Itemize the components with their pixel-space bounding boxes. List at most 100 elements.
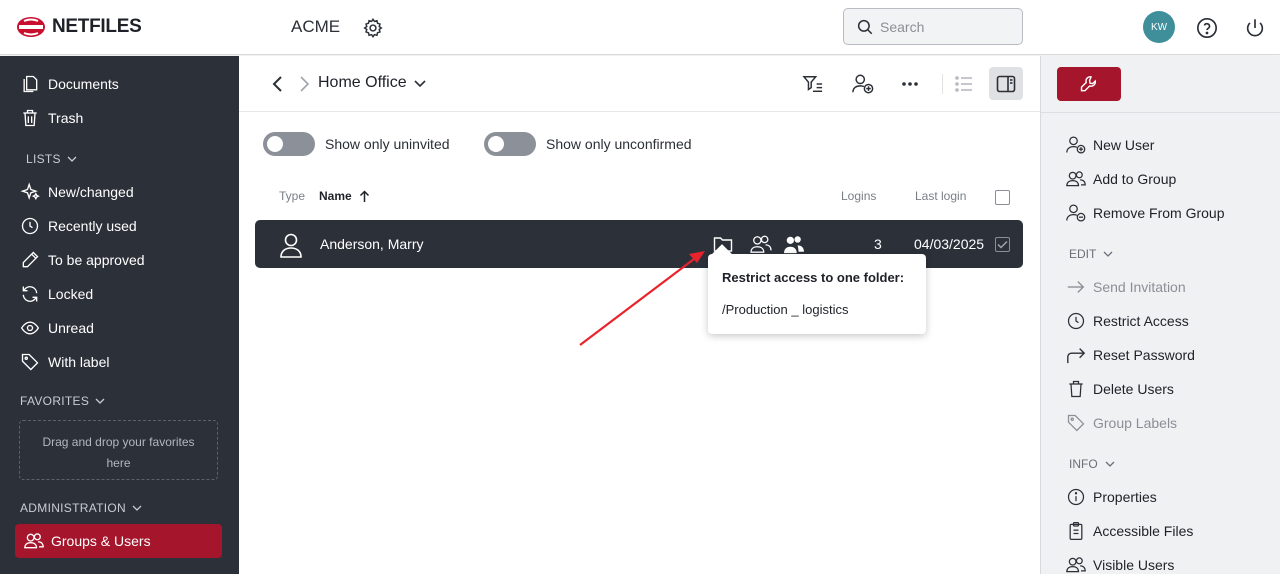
annotation-arrow	[579, 251, 705, 346]
sidebar-item-with-label[interactable]: With label	[20, 350, 109, 374]
main-toolbar: Home Office	[239, 56, 1040, 112]
column-header-logins[interactable]: Logins	[841, 189, 876, 203]
more-options-button[interactable]	[901, 74, 919, 97]
toggle-switch[interactable]	[263, 132, 315, 156]
user-name: Anderson, Marry	[320, 236, 424, 252]
netfiles-logo[interactable]: NETFILES	[16, 16, 142, 38]
breadcrumb[interactable]: Home Office	[318, 74, 427, 92]
gear-icon	[363, 18, 383, 38]
section-label: INFO	[1069, 457, 1098, 471]
redo-icon	[1067, 348, 1086, 364]
action-group-labels[interactable]: Group Labels	[1065, 411, 1177, 435]
documents-icon	[23, 75, 38, 93]
toggle-unconfirmed[interactable]: Show only unconfirmed	[484, 132, 692, 156]
panel-view-button[interactable]	[989, 67, 1023, 100]
back-button[interactable]	[270, 75, 286, 96]
sidebar-item-label: Trash	[48, 110, 84, 126]
breadcrumb-current: Home Office	[318, 74, 407, 91]
action-delete-users[interactable]: Delete Users	[1065, 377, 1174, 401]
user-avatar[interactable]: KW	[1143, 11, 1175, 43]
action-new-user[interactable]: New User	[1065, 133, 1154, 157]
sidebar-item-new-changed[interactable]: New/changed	[20, 180, 134, 204]
toggle-label: Show only unconfirmed	[546, 136, 692, 152]
action-label: Accessible Files	[1093, 523, 1194, 539]
section-label: ADMINISTRATION	[20, 501, 126, 515]
sidebar-item-recently-used[interactable]: Recently used	[20, 214, 137, 238]
action-label: Visible Users	[1093, 557, 1175, 573]
toggle-switch[interactable]	[484, 132, 536, 156]
favorites-drop-zone[interactable]: Drag and drop your favorites here	[19, 420, 218, 480]
help-button[interactable]	[1196, 17, 1218, 42]
toggle-uninvited[interactable]: Show only uninvited	[263, 132, 450, 156]
search-input[interactable]	[880, 18, 1010, 35]
sidebar-item-documents[interactable]: Documents	[20, 72, 119, 96]
sidebar-item-trash[interactable]: Trash	[20, 106, 83, 130]
section-label: LISTS	[26, 152, 61, 166]
left-sidebar: Documents Trash LISTS New/changed Recent…	[0, 56, 239, 574]
sidebar-panel-icon	[996, 75, 1016, 92]
column-header-name[interactable]: Name	[319, 189, 370, 203]
filter-button[interactable]	[802, 74, 824, 97]
clock-icon	[1067, 312, 1085, 330]
tooltip-folder-path: /Production _ logistics	[722, 302, 849, 317]
sparkle-icon	[20, 182, 40, 201]
add-user-icon	[852, 74, 874, 94]
refresh-lock-icon	[22, 286, 38, 302]
restriction-tooltip: Restrict access to one folder: /Producti…	[708, 254, 926, 334]
sidebar-item-to-be-approved[interactable]: To be approved	[20, 248, 145, 272]
action-properties[interactable]: Properties	[1065, 485, 1157, 509]
user-icon	[279, 232, 303, 261]
info-icon	[1067, 488, 1085, 506]
settings-button[interactable]	[362, 17, 384, 42]
more-horizontal-icon	[902, 82, 918, 86]
tag-icon	[21, 353, 39, 371]
info-section-toggle[interactable]: INFO	[1069, 457, 1115, 471]
forward-button[interactable]	[297, 75, 311, 96]
column-header-type[interactable]: Type	[279, 189, 305, 203]
tools-button[interactable]	[1057, 67, 1121, 101]
action-label: Send Invitation	[1093, 279, 1186, 295]
toggle-label: Show only uninvited	[325, 136, 450, 152]
logout-button[interactable]	[1244, 17, 1266, 42]
remove-user-icon	[1066, 204, 1086, 222]
sidebar-item-label: New/changed	[48, 184, 134, 200]
action-restrict-access[interactable]: Restrict Access	[1065, 309, 1189, 333]
search-box[interactable]	[843, 8, 1023, 45]
clock-icon	[21, 217, 39, 235]
section-label: EDIT	[1069, 247, 1097, 261]
arrow-up-icon	[359, 189, 369, 202]
action-remove-from-group[interactable]: Remove From Group	[1065, 201, 1224, 225]
wrench-icon	[1080, 76, 1097, 92]
power-icon	[1246, 19, 1264, 37]
action-accessible-files[interactable]: Accessible Files	[1065, 519, 1193, 543]
action-reset-password[interactable]: Reset Password	[1065, 343, 1195, 367]
edit-section-toggle[interactable]: EDIT	[1069, 247, 1113, 261]
action-visible-users[interactable]: Visible Users	[1065, 553, 1174, 574]
add-user-toolbar-button[interactable]	[851, 73, 875, 98]
sidebar-item-label: Locked	[48, 286, 94, 302]
chevron-down-icon	[414, 80, 426, 88]
sidebar-item-unread[interactable]: Unread	[20, 316, 94, 340]
pen-icon	[22, 251, 39, 268]
administration-section-toggle[interactable]: ADMINISTRATION	[20, 501, 142, 515]
section-label: FAVORITES	[20, 394, 90, 408]
select-all-checkbox[interactable]	[995, 190, 1010, 205]
chevron-down-icon	[1103, 251, 1113, 257]
column-header-last-login[interactable]: Last login	[915, 189, 966, 203]
chevron-down-icon	[67, 156, 77, 162]
favorites-section-toggle[interactable]: FAVORITES	[20, 394, 105, 408]
chevron-down-icon	[1105, 461, 1115, 467]
row-checkbox[interactable]	[995, 237, 1010, 252]
list-view-button[interactable]	[954, 74, 974, 97]
eye-icon	[20, 321, 40, 335]
tooltip-title: Restrict access to one folder:	[722, 270, 905, 285]
sidebar-item-label: Unread	[48, 320, 94, 336]
action-send-invitation[interactable]: Send Invitation	[1065, 275, 1186, 299]
users-icon	[1066, 557, 1086, 573]
sidebar-item-locked[interactable]: Locked	[20, 282, 93, 306]
add-user-icon	[1066, 136, 1086, 154]
lists-section-toggle[interactable]: LISTS	[26, 152, 77, 166]
action-add-to-group[interactable]: Add to Group	[1065, 167, 1176, 191]
action-label: Delete Users	[1093, 381, 1174, 397]
sidebar-item-groups-users[interactable]: Groups & Users	[15, 524, 222, 558]
